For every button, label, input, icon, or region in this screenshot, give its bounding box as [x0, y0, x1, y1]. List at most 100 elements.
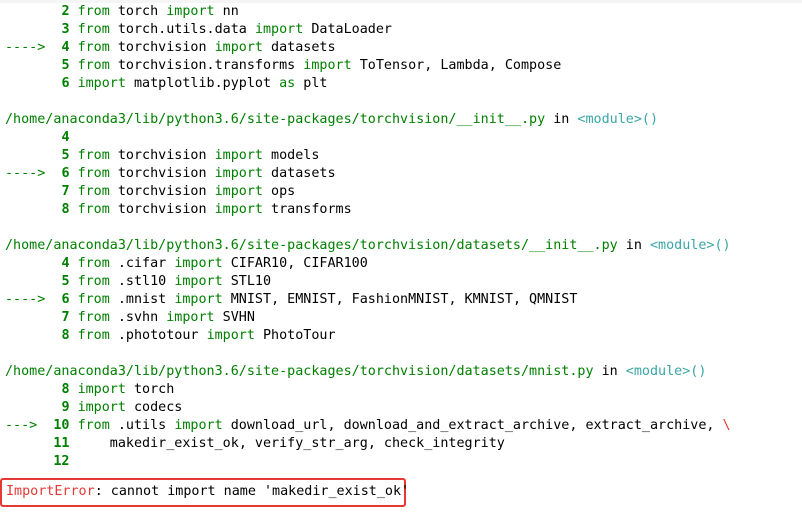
code-token: from [77, 274, 110, 289]
code-token: import [254, 22, 304, 37]
line-number: 9 [61, 400, 70, 415]
code-token: from [77, 148, 110, 163]
code-line: ---> 10 from .utils import download_url,… [0, 417, 802, 435]
code-token: SVHN [214, 310, 255, 325]
frame-file-path: /home/anaconda3/lib/python3.6/site-packa… [5, 112, 546, 127]
line-number: 3 [61, 22, 70, 37]
code-token: , [512, 292, 521, 307]
code-token: from [77, 4, 110, 19]
code-token: , [367, 436, 376, 451]
line-number: 4 [61, 256, 70, 271]
code-token: FashionMNIST [343, 292, 449, 307]
current-line-arrow: ----> [5, 40, 46, 55]
line-number: 6 [61, 166, 70, 181]
code-token: import [206, 328, 255, 343]
line-number: 6 [61, 76, 70, 91]
code-token: as [279, 76, 296, 91]
error-line-highlight: ImportError: cannot import name 'makedir… [0, 478, 410, 507]
code-token: torchvision [109, 184, 215, 199]
code-line: 5 from torchvision import models [0, 147, 802, 165]
error-message: : cannot import name 'makedir_exist_ok' [94, 484, 410, 499]
line-number: 5 [61, 148, 70, 163]
code-token: torchvision.transforms [109, 58, 304, 73]
frame-context: <module>() [649, 238, 731, 253]
line-number: 5 [61, 274, 70, 289]
code-token: ops [263, 184, 296, 199]
line-number: 7 [61, 184, 70, 199]
code-token: import [174, 418, 223, 433]
code-token: import [166, 310, 215, 325]
code-line: ----> 6 from torchvision import datasets [0, 165, 802, 183]
code-token: from [77, 310, 110, 325]
code-token: from [77, 40, 110, 55]
code-token: STL10 [222, 274, 272, 289]
line-number: 5 [61, 58, 70, 73]
code-token: Lambda [432, 58, 489, 73]
code-token: torchvision [109, 166, 215, 181]
frame-file-path: /home/anaconda3/lib/python3.6/site-packa… [5, 238, 618, 253]
code-line: ----> 4 from torchvision import datasets [0, 39, 802, 57]
line-number: 4 [61, 40, 70, 55]
line-number: 2 [61, 4, 70, 19]
code-token: import [174, 292, 223, 307]
code-token: from [77, 184, 110, 199]
code-token: torchvision [109, 148, 215, 163]
code-token: import [214, 148, 263, 163]
code-token: verify_str_arg [246, 436, 368, 451]
code-token: MNIST [222, 292, 272, 307]
line-number: 8 [61, 328, 70, 343]
code-token: \ [722, 418, 731, 433]
code-token: , [327, 418, 336, 433]
code-token: from [77, 328, 110, 343]
code-token: import [214, 40, 263, 55]
code-token: torchvision [109, 40, 215, 55]
code-line: 2 from torch import nn [0, 3, 802, 21]
code-token: .phototour [109, 328, 207, 343]
code-line: 11 makedir_exist_ok, verify_str_arg, che… [0, 435, 802, 453]
code-token: KMNIST [456, 292, 513, 307]
code-token: torch [109, 4, 167, 19]
code-token: from [77, 418, 110, 433]
code-line: 8 from .phototour import PhotoTour [0, 327, 802, 345]
line-number: 8 [61, 202, 70, 217]
code-token: PhotoTour [254, 328, 336, 343]
code-token: from [77, 256, 110, 271]
code-token: import [77, 76, 126, 91]
code-line: 8 from torchvision import transforms [0, 201, 802, 219]
code-token: , [448, 292, 457, 307]
code-token: download_and_extract_archive [335, 418, 570, 433]
code-token: import [174, 256, 223, 271]
code-token: CIFAR100 [295, 256, 368, 271]
code-token: import [214, 202, 263, 217]
code-token: import [303, 58, 352, 73]
code-token: from [77, 202, 110, 217]
frame-file-path: /home/anaconda3/lib/python3.6/site-packa… [5, 364, 594, 379]
current-line-arrow: ----> [5, 292, 46, 307]
code-token: import [174, 274, 223, 289]
code-line: 4 from .cifar import CIFAR10, CIFAR100 [0, 255, 802, 273]
code-token: .svhn [109, 310, 167, 325]
code-line: 9 import codecs [0, 399, 802, 417]
code-token: import [166, 4, 215, 19]
code-token: torch.utils.data [109, 22, 255, 37]
code-token: extract_archive [577, 418, 707, 433]
line-number: 6 [61, 292, 70, 307]
code-token: makedir_exist_ok [77, 436, 239, 451]
code-line: 7 from .svhn import SVHN [0, 309, 802, 327]
code-token: ToTensor [351, 58, 425, 73]
code-token: QMNIST [521, 292, 578, 307]
traceback-output: 2 from torch import nn 3 from torch.util… [0, 3, 802, 471]
code-token: CIFAR10 [222, 256, 288, 271]
frame-in-word: in [553, 112, 570, 127]
frame-header: /home/anaconda3/lib/python3.6/site-packa… [0, 363, 802, 381]
code-token: EMNIST [279, 292, 336, 307]
code-token: Compose [496, 58, 562, 73]
current-line-arrow: ----> [5, 166, 46, 181]
code-token: from [77, 166, 110, 181]
code-token: torchvision [109, 202, 215, 217]
code-token: codecs [125, 400, 183, 415]
code-line: 7 from torchvision import ops [0, 183, 802, 201]
